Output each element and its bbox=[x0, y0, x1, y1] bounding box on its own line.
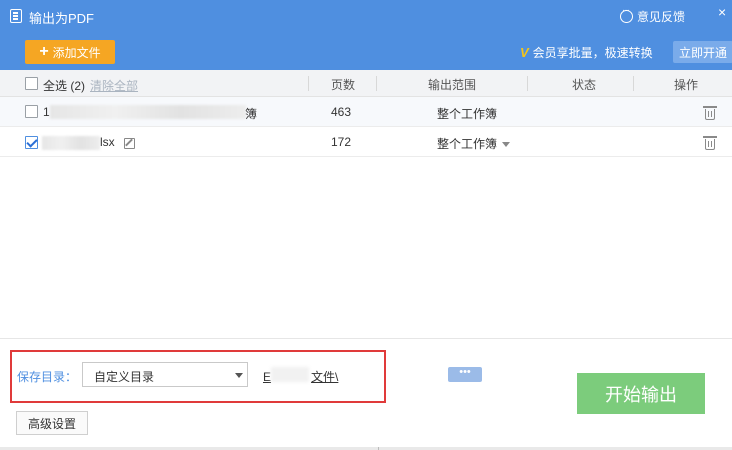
add-file-label: 添加文件 bbox=[52, 45, 101, 60]
file-name-suffix: 簿 bbox=[245, 107, 258, 121]
browse-button[interactable]: ••• bbox=[448, 367, 482, 382]
pdf-export-icon bbox=[10, 9, 22, 23]
column-header-range: 输出范围 bbox=[428, 78, 477, 92]
redacted-file-name bbox=[50, 105, 246, 119]
redacted-file-name bbox=[42, 136, 100, 150]
column-divider bbox=[527, 76, 528, 91]
select-all-label: 全选 (2) bbox=[43, 79, 86, 93]
open-vip-button[interactable]: 立即开通 bbox=[673, 41, 732, 63]
column-divider bbox=[633, 76, 634, 91]
chat-bubble-icon bbox=[620, 5, 633, 23]
window-title: 输出为PDF bbox=[29, 11, 95, 26]
save-directory-select[interactable]: 自定义目录 bbox=[82, 362, 248, 387]
output-path-prefix: E bbox=[263, 370, 272, 384]
column-header-pages: 页数 bbox=[331, 78, 356, 92]
output-range: 整个工作簿 bbox=[437, 137, 498, 151]
row-checkbox[interactable] bbox=[25, 105, 38, 118]
column-divider bbox=[308, 76, 309, 91]
redacted-path bbox=[271, 367, 309, 382]
delete-icon[interactable] bbox=[703, 136, 717, 150]
chevron-down-icon bbox=[235, 373, 243, 378]
feedback-link[interactable]: 意见反馈 bbox=[620, 5, 686, 25]
close-button[interactable]: × bbox=[718, 4, 726, 20]
plus-icon: + bbox=[39, 43, 49, 60]
title-row: 输出为PDF 意见反馈 × bbox=[0, 0, 732, 32]
table-row[interactable]: lsx 172 整个工作簿 bbox=[0, 127, 732, 157]
column-divider bbox=[376, 76, 377, 91]
add-file-button[interactable]: + 添加文件 bbox=[25, 40, 115, 64]
column-header-status: 状态 bbox=[572, 78, 597, 92]
feedback-label: 意见反馈 bbox=[637, 10, 686, 24]
page-count: 463 bbox=[331, 105, 352, 119]
clear-all-link[interactable]: 清除全部 bbox=[90, 77, 138, 94]
vip-promo: V 会员享批量，极速转换 bbox=[520, 44, 653, 61]
file-name-suffix: lsx bbox=[100, 135, 115, 149]
save-directory-value: 自定义目录 bbox=[94, 370, 155, 384]
file-name-prefix: 1 bbox=[43, 105, 50, 119]
table-row[interactable]: 1 簿 463 整个工作簿 bbox=[0, 97, 732, 127]
delete-icon[interactable] bbox=[703, 106, 717, 120]
title-bar: 输出为PDF 意见反馈 × + 添加文件 V 会员享批量，极速转换 立即开通 bbox=[0, 0, 732, 70]
chevron-down-icon bbox=[502, 142, 511, 148]
select-all-checkbox[interactable] bbox=[25, 77, 38, 90]
output-range-dropdown[interactable]: 整个工作簿 bbox=[437, 135, 511, 152]
output-path-suffix: 文件\ bbox=[311, 370, 339, 384]
rename-icon[interactable] bbox=[124, 138, 135, 149]
page-count: 172 bbox=[331, 135, 352, 149]
start-export-button[interactable]: 开始输出 bbox=[577, 373, 705, 414]
vip-crown-icon: V bbox=[520, 45, 529, 60]
advanced-settings-button[interactable]: 高级设置 bbox=[16, 411, 88, 435]
row-checkbox[interactable] bbox=[25, 136, 38, 149]
vip-promo-text: 会员享批量，极速转换 bbox=[532, 46, 653, 60]
output-range[interactable]: 整个工作簿 bbox=[437, 105, 497, 122]
save-directory-label: 保存目录： bbox=[17, 370, 78, 384]
column-header-actions: 操作 bbox=[674, 78, 699, 92]
